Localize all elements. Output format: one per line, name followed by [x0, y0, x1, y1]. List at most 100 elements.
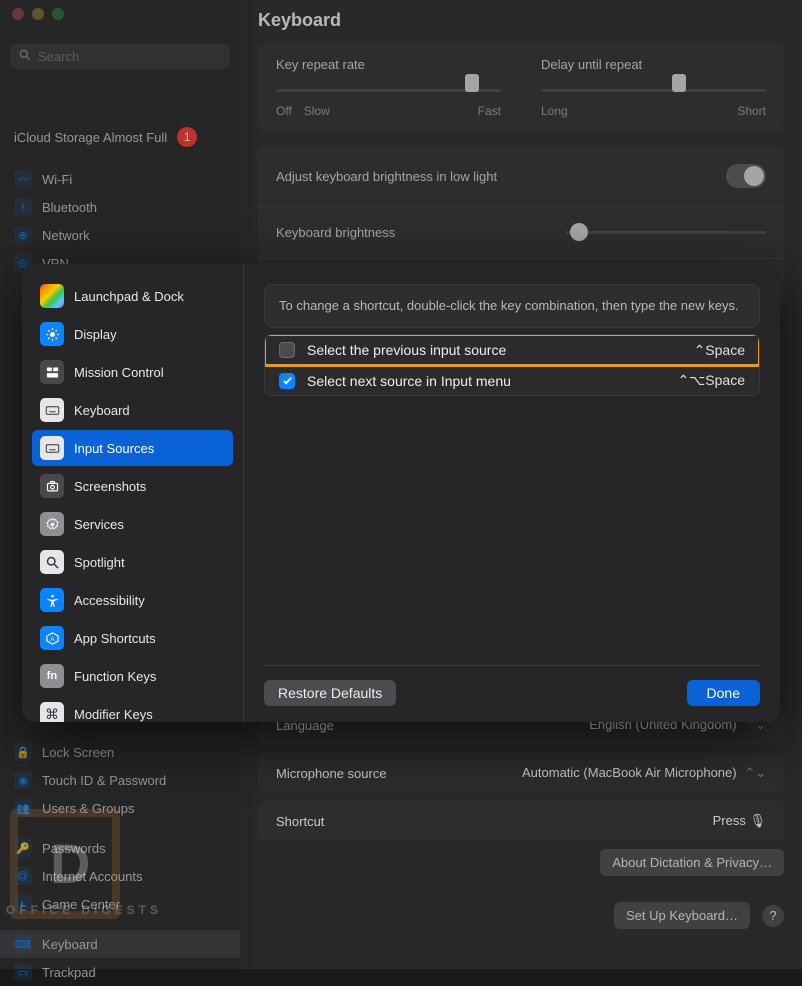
shortcut-row-label: Shortcut — [276, 814, 324, 829]
alert-text: iCloud Storage Almost Full — [14, 130, 167, 145]
adjust-brightness-label: Adjust keyboard brightness in low light — [276, 169, 497, 184]
shortcut-row[interactable]: Shortcut Press 🎙 — [258, 801, 784, 841]
svg-text:A: A — [50, 636, 55, 643]
sidebar-item-label: Game Center — [42, 897, 120, 912]
done-button[interactable]: Done — [687, 680, 760, 706]
keyboard-icon — [40, 398, 64, 422]
modal-item-label: Input Sources — [74, 441, 154, 456]
network-icon: ⊕ — [14, 226, 32, 244]
shortcut-label: Select next source in Input menu — [307, 373, 665, 389]
sidebar-item-internet-accounts[interactable]: @Internet Accounts — [0, 862, 240, 890]
fingerprint-icon: ◉ — [14, 771, 32, 789]
modal-item-label: Services — [74, 517, 124, 532]
slider-label-short: Short — [737, 104, 766, 118]
sidebar-item-bluetooth[interactable]: ᚼ Bluetooth — [0, 193, 240, 221]
modal-item-label: Display — [74, 327, 117, 342]
mic-icon: 🎙 — [749, 813, 766, 828]
app-shortcuts-icon: A — [40, 626, 64, 650]
setup-keyboard-button[interactable]: Set Up Keyboard… — [614, 902, 750, 929]
sidebar-item-label: Touch ID & Password — [42, 773, 166, 788]
slider-label-off: Off — [276, 104, 292, 118]
mic-value: Automatic (MacBook Air Microphone) — [522, 765, 737, 780]
modal-item-label: Mission Control — [74, 365, 164, 380]
modal-item-label: Screenshots — [74, 479, 146, 494]
help-button[interactable]: ? — [762, 905, 784, 927]
sidebar-item-users[interactable]: 👥 Users & Groups — [0, 794, 240, 822]
sidebar-item-passwords[interactable]: 🔑 Passwords — [0, 834, 240, 862]
modal-item-label: Spotlight — [74, 555, 125, 570]
sidebar-item-label: Wi-Fi — [42, 172, 72, 187]
key-repeat-slider[interactable] — [276, 80, 501, 100]
modal-main: To change a shortcut, double-click the k… — [244, 264, 780, 722]
search-input[interactable] — [38, 49, 222, 64]
chevron-updown-icon: ⌃⌄ — [741, 765, 766, 780]
bluetooth-icon: ᚼ — [14, 198, 32, 216]
page-title: Keyboard — [258, 10, 784, 31]
trackpad-icon: ▭ — [14, 963, 32, 981]
sidebar-item-label: Keyboard — [42, 937, 98, 952]
shortcut-keys[interactable]: ⌃⌥Space — [677, 372, 745, 389]
sidebar-item-label: Network — [42, 228, 90, 243]
shortcut-row-value: Press — [713, 813, 746, 828]
alert-badge: 1 — [177, 127, 197, 147]
modal-item-label: Modifier Keys — [74, 707, 153, 722]
about-dictation-button[interactable]: About Dictation & Privacy… — [600, 849, 784, 876]
shortcut-checkbox[interactable] — [279, 342, 295, 358]
spotlight-icon — [40, 550, 64, 574]
modal-item-modifier-keys[interactable]: ⌘ Modifier Keys — [32, 696, 233, 722]
sidebar-item-label: Internet Accounts — [42, 869, 142, 884]
modal-item-display[interactable]: Display — [32, 316, 233, 352]
modal-item-label: Launchpad & Dock — [74, 289, 184, 304]
modal-item-label: Keyboard — [74, 403, 130, 418]
restore-defaults-button[interactable]: Restore Defaults — [264, 680, 396, 706]
sidebar-item-network[interactable]: ⊕ Network — [0, 221, 240, 249]
sidebar-item-trackpad[interactable]: ▭ Trackpad — [0, 958, 240, 986]
sidebar-item-gamecenter[interactable]: ◐Game Center — [0, 890, 240, 918]
modal-item-launchpad[interactable]: Launchpad & Dock — [32, 278, 233, 314]
modal-hint: To change a shortcut, double-click the k… — [264, 284, 760, 328]
key-icon: 🔑 — [14, 839, 32, 857]
modal-item-spotlight[interactable]: Spotlight — [32, 544, 233, 580]
slider-label-fast: Fast — [478, 104, 501, 118]
users-icon: 👥 — [14, 799, 32, 817]
sidebar-item-touchid[interactable]: ◉ Touch ID & Password — [0, 766, 240, 794]
delay-repeat-label: Delay until repeat — [541, 57, 766, 72]
modal-item-input-sources[interactable]: Input Sources — [32, 430, 233, 466]
modal-item-screenshots[interactable]: Screenshots — [32, 468, 233, 504]
sidebar-item-label: Lock Screen — [42, 745, 114, 760]
sidebar-item-label: Trackpad — [42, 965, 96, 980]
modal-item-services[interactable]: Services — [32, 506, 233, 542]
shortcut-row-next-input[interactable]: Select next source in Input menu ⌃⌥Space — [265, 365, 759, 395]
display-icon — [40, 322, 64, 346]
modal-item-keyboard[interactable]: Keyboard — [32, 392, 233, 428]
delay-repeat-slider[interactable] — [541, 80, 766, 100]
shortcut-label: Select the previous input source — [307, 342, 682, 358]
search-field[interactable] — [10, 44, 230, 69]
sidebar-item-label: Passwords — [42, 841, 106, 856]
adjust-brightness-toggle[interactable] — [726, 164, 766, 188]
shortcut-checkbox[interactable] — [279, 373, 295, 389]
search-icon — [18, 48, 32, 65]
mic-row[interactable]: Microphone source Automatic (MacBook Air… — [258, 753, 784, 793]
modifier-keys-icon: ⌘ — [40, 702, 64, 722]
sidebar-item-lockscreen[interactable]: 🔒 Lock Screen — [0, 738, 240, 766]
modal-item-mission[interactable]: Mission Control — [32, 354, 233, 390]
shortcut-keys[interactable]: ⌃Space — [694, 342, 745, 359]
modal-item-function-keys[interactable]: fnFunction Keys — [32, 658, 233, 694]
modal-item-accessibility[interactable]: Accessibility — [32, 582, 233, 618]
sidebar-item-label: Users & Groups — [42, 801, 134, 816]
modal-item-app-shortcuts[interactable]: AApp Shortcuts — [32, 620, 233, 656]
wifi-icon: 〰 — [14, 170, 32, 188]
brightness-slider[interactable] — [566, 231, 766, 234]
sidebar-item-wifi[interactable]: 〰 Wi-Fi — [0, 165, 240, 193]
mic-label: Microphone source — [276, 766, 387, 781]
brightness-label: Keyboard brightness — [276, 225, 395, 240]
lock-icon: 🔒 — [14, 743, 32, 761]
mission-control-icon — [40, 360, 64, 384]
sidebar-item-keyboard[interactable]: ⌨Keyboard — [0, 930, 240, 958]
shortcuts-modal: Launchpad & Dock Display Mission Control… — [22, 264, 780, 722]
shortcut-row-prev-input[interactable]: Select the previous input source ⌃Space — [265, 335, 759, 365]
sidebar-item-label: Bluetooth — [42, 200, 97, 215]
services-icon — [40, 512, 64, 536]
icloud-alert[interactable]: iCloud Storage Almost Full 1 — [0, 117, 240, 157]
